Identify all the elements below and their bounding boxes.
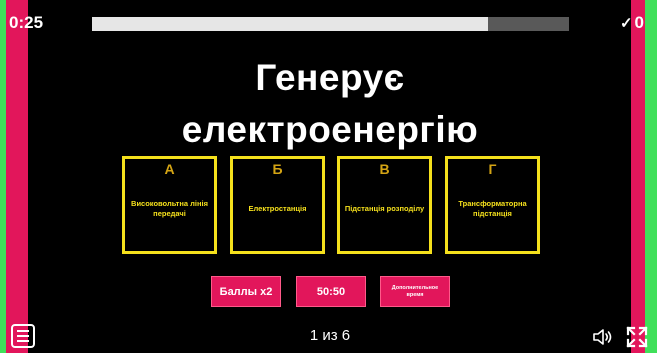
right-green-frame: [645, 0, 657, 353]
menu-icon[interactable]: [11, 324, 35, 348]
answer-letter: Б: [272, 161, 283, 177]
timer: 0:25: [9, 13, 44, 32]
page-counter: 1 из 6: [309, 327, 351, 344]
timer-progress-fill: [92, 17, 488, 31]
extra-time-button[interactable]: Дополнительное время: [380, 276, 450, 307]
answer-option-c[interactable]: В Підстанція розподілу: [337, 156, 432, 254]
answer-option-b[interactable]: Б Електростанція: [230, 156, 325, 254]
score-value: 0: [634, 13, 644, 32]
speaker-icon[interactable]: [592, 327, 614, 347]
answer-text: Високовольтна лінія передачі: [131, 199, 208, 218]
left-pink-frame: [6, 0, 28, 353]
right-pink-frame: [631, 0, 645, 353]
fullscreen-icon[interactable]: [626, 326, 648, 348]
answer-letter: В: [379, 161, 390, 177]
quiz-stage: 0:25 ✓ 0 Генерує електроенергію А Високо…: [0, 0, 657, 353]
answer-option-a[interactable]: А Високовольтна лінія передачі: [122, 156, 217, 254]
answer-text: Електростанція: [248, 204, 307, 213]
answer-options: А Високовольтна лінія передачі Б Електро…: [122, 156, 542, 254]
answer-letter: А: [164, 161, 175, 177]
timer-progress-bar: [92, 17, 569, 31]
fifty-fifty-button[interactable]: 50:50: [296, 276, 366, 307]
answer-text: Трансформаторна підстанція: [458, 199, 527, 218]
question-text: Генерує електроенергію: [181, 57, 479, 150]
score-display: ✓ 0: [620, 13, 644, 33]
answer-text: Підстанція розподілу: [344, 204, 425, 213]
checkmark-icon: ✓: [619, 15, 633, 32]
double-points-button[interactable]: Баллы x2: [211, 276, 281, 307]
answer-letter: Г: [488, 161, 497, 177]
answer-option-d[interactable]: Г Трансформаторна підстанція: [445, 156, 540, 254]
